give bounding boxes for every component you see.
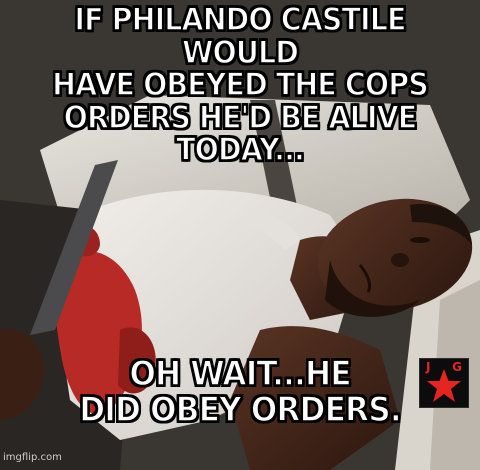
bottom-caption: OH WAIT...HE DID OBEY ORDERS. (0, 354, 480, 430)
meme-image: IF PHILANDO CASTILE WOULD HAVE OBEYED TH… (0, 0, 480, 470)
imgflip-watermark: imgflip.com (3, 452, 62, 463)
bottom-caption-line: DID OBEY ORDERS. (79, 389, 403, 430)
top-caption-line: ORDERS HE'D BE ALIVE TODAY... (63, 99, 418, 169)
closed-eye (410, 237, 430, 243)
top-caption-line: IF PHILANDO CASTILE WOULD (74, 2, 407, 71)
top-caption: IF PHILANDO CASTILE WOULD HAVE OBEYED TH… (0, 2, 480, 169)
red-star-icon (427, 369, 461, 402)
bottom-caption-line: OH WAIT...HE (129, 354, 353, 394)
logo-badge: J G (419, 358, 469, 408)
top-caption-line: HAVE OBEYED THE COPS (51, 67, 429, 104)
nose (391, 253, 409, 267)
